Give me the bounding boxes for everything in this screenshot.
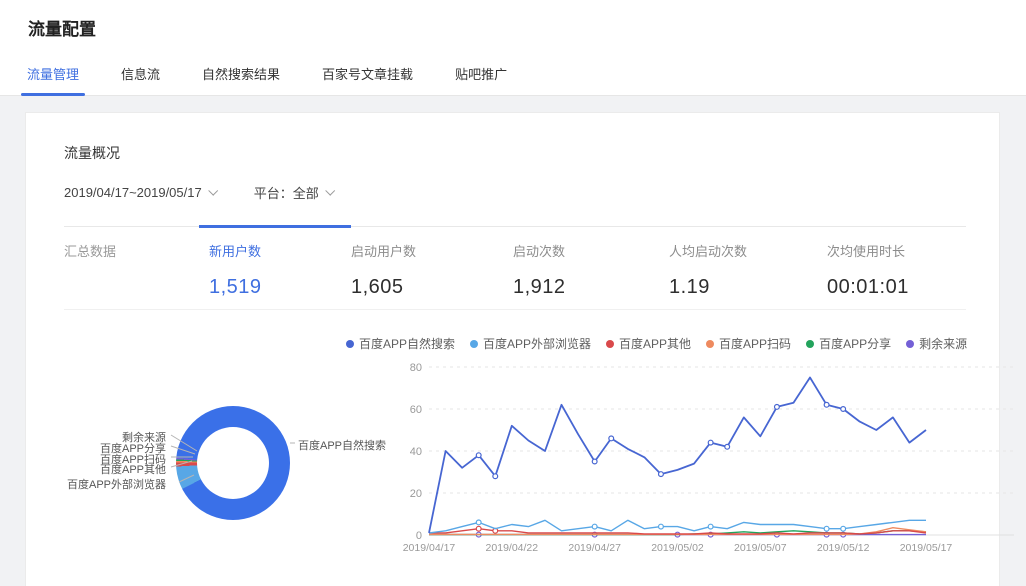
card-title: 流量概况 [64, 143, 120, 163]
nav-tab-traffic-management[interactable]: 流量管理 [25, 58, 81, 95]
svg-text:2019/04/22: 2019/04/22 [486, 542, 539, 554]
content-area: 流量概况 2019/04/17~2019/05/17 平台： 全部 汇总数据 新… [0, 96, 1026, 586]
metric-value: 1,912 [513, 276, 566, 299]
donut-label-other: 百度APP其他 [36, 461, 166, 477]
legend-item-share[interactable]: 百度APP分享 [806, 335, 891, 352]
page-title: 流量配置 [0, 0, 1026, 40]
metric-tab-avg-launches[interactable]: 人均启动次数 1.19 [669, 241, 747, 299]
metric-tab-new-users[interactable]: 新用户数 1,519 [209, 241, 262, 299]
chevron-down-icon [325, 185, 335, 195]
legend-dot-icon [706, 340, 714, 348]
summary-data-label: 汇总数据 [64, 241, 116, 260]
line-chart-svg: 0 20 40 60 80 2019/04/17 2019/04/22 2019/04/27 2… [401, 353, 1023, 558]
metric-label: 人均启动次数 [669, 241, 747, 260]
legend-item-external-browser[interactable]: 百度APP外部浏览器 [470, 335, 591, 352]
metric-value: 00:01:01 [827, 276, 909, 299]
metric-label: 启动次数 [513, 241, 566, 260]
svg-text:2019/04/17: 2019/04/17 [403, 542, 456, 554]
svg-text:0: 0 [416, 530, 422, 542]
traffic-overview-card: 流量概况 2019/04/17~2019/05/17 平台： 全部 汇总数据 新… [25, 112, 1000, 586]
metric-active-indicator [199, 225, 351, 228]
metrics-bottom-divider [64, 309, 966, 310]
platform-select[interactable]: 平台： 全部 [254, 183, 333, 202]
metric-label: 启动用户数 [351, 241, 416, 260]
nav-tab-bar: 流量管理 信息流 自然搜索结果 百家号文章挂载 贴吧推广 [0, 58, 1026, 96]
nav-tab-tieba-promo[interactable]: 贴吧推广 [453, 58, 509, 95]
legend-dot-icon [470, 340, 478, 348]
nav-tab-feed[interactable]: 信息流 [119, 58, 162, 95]
platform-value: 全部 [293, 183, 319, 202]
nav-tab-baijiahao-article[interactable]: 百家号文章挂载 [320, 58, 415, 95]
legend-dot-icon [606, 340, 614, 348]
platform-label: 平台： [254, 183, 293, 202]
line-chart: 0 20 40 60 80 2019/04/17 2019/04/22 2019/04/27 2… [401, 353, 1023, 563]
svg-text:2019/05/07: 2019/05/07 [734, 542, 787, 554]
date-range-select[interactable]: 2019/04/17~2019/05/17 [64, 183, 216, 202]
svg-text:60: 60 [410, 404, 422, 416]
svg-text:2019/04/27: 2019/04/27 [568, 542, 621, 554]
metric-value: 1,519 [209, 276, 262, 299]
svg-text:2019/05/17: 2019/05/17 [900, 542, 953, 554]
legend-item-natural-search[interactable]: 百度APP自然搜索 [346, 335, 455, 352]
svg-text:2019/05/12: 2019/05/12 [817, 542, 870, 554]
svg-text:40: 40 [410, 446, 422, 458]
legend-item-remaining[interactable]: 剩余来源 [906, 335, 967, 352]
nav-tab-organic-search[interactable]: 自然搜索结果 [200, 58, 282, 95]
date-range-value: 2019/04/17~2019/05/17 [64, 185, 202, 200]
legend-dot-icon [906, 340, 914, 348]
donut-label-natural-search: 百度APP自然搜索 [298, 437, 386, 453]
metric-value: 1.19 [669, 276, 747, 299]
svg-text:80: 80 [410, 362, 422, 374]
metric-label: 次均使用时长 [827, 241, 909, 260]
chart-legend: 百度APP自然搜索 百度APP外部浏览器 百度APP其他 百度APP扫码 百度A… [346, 335, 967, 352]
page-header: 流量配置 流量管理 信息流 自然搜索结果 百家号文章挂载 贴吧推广 [0, 0, 1026, 96]
metric-tab-launch-users[interactable]: 启动用户数 1,605 [351, 241, 416, 299]
legend-item-scan[interactable]: 百度APP扫码 [706, 335, 791, 352]
legend-item-other[interactable]: 百度APP其他 [606, 335, 691, 352]
metric-tab-avg-duration[interactable]: 次均使用时长 00:01:01 [827, 241, 909, 299]
metric-value: 1,605 [351, 276, 416, 299]
svg-text:2019/05/02: 2019/05/02 [651, 542, 704, 554]
legend-dot-icon [346, 340, 354, 348]
metric-tab-launch-count[interactable]: 启动次数 1,912 [513, 241, 566, 299]
svg-text:20: 20 [410, 488, 422, 500]
chevron-down-icon [208, 185, 218, 195]
donut-label-external-browser: 百度APP外部浏览器 [36, 476, 166, 492]
filter-row: 2019/04/17~2019/05/17 平台： 全部 [64, 183, 333, 202]
metric-label: 新用户数 [209, 241, 262, 260]
legend-dot-icon [806, 340, 814, 348]
